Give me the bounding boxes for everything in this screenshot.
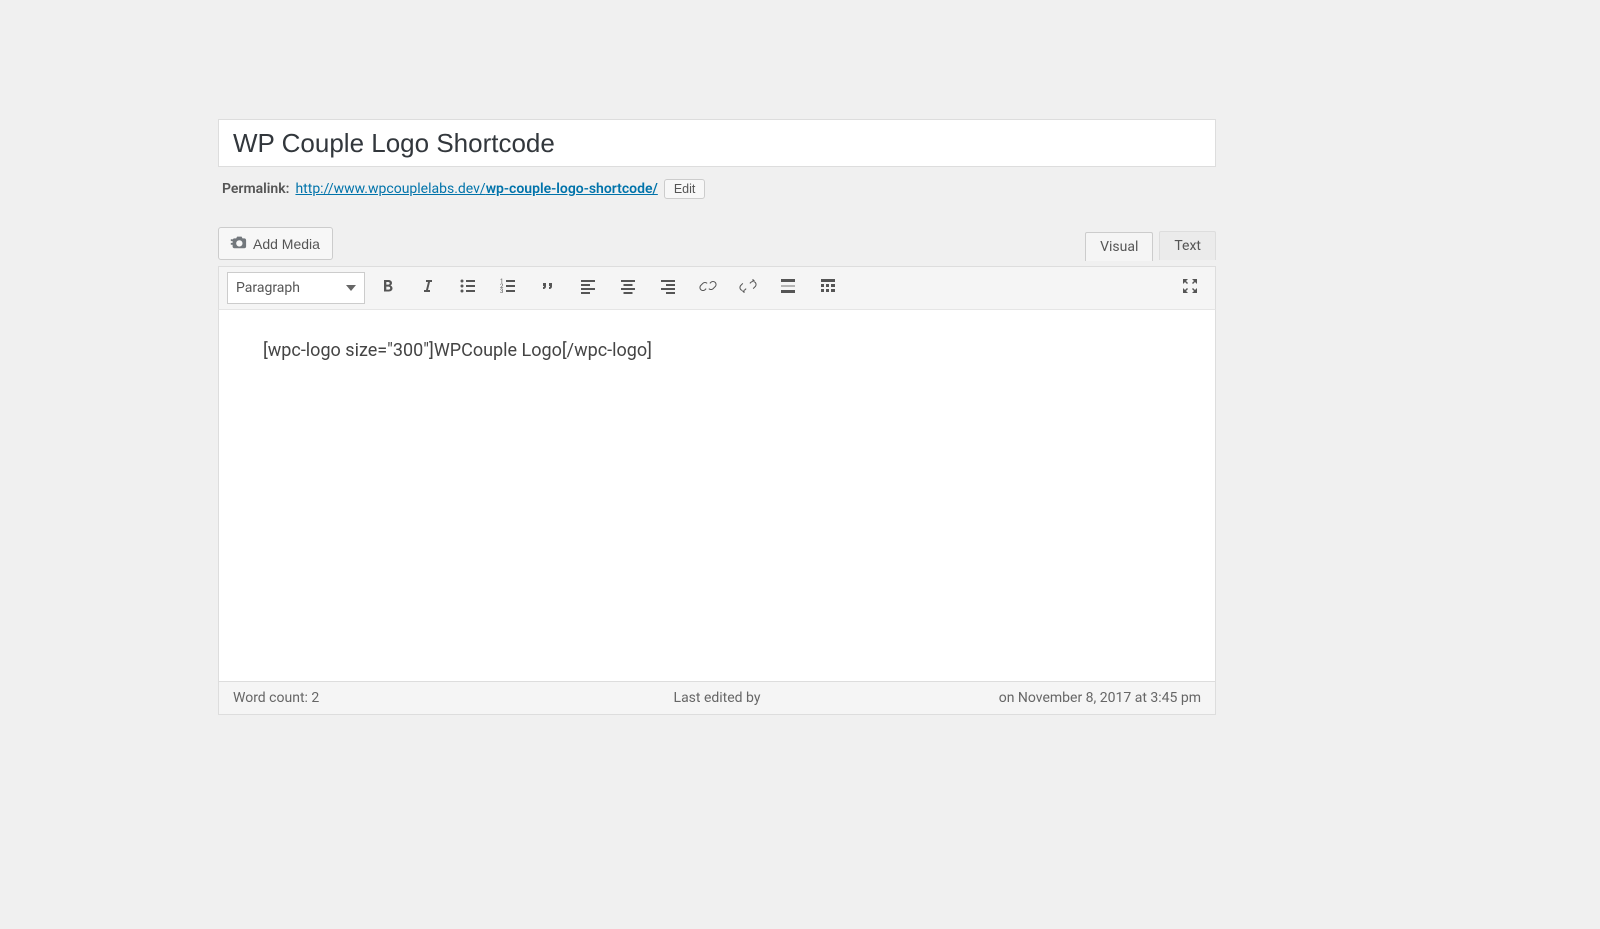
bulleted-list-button[interactable] [451, 273, 485, 303]
camera-icon [229, 233, 247, 254]
align-center-button[interactable] [611, 273, 645, 303]
toolbar-toggle-icon [818, 276, 838, 300]
last-edited-label: Last edited by [674, 690, 761, 706]
align-left-icon [578, 276, 598, 300]
chevron-down-icon [346, 285, 356, 291]
unlink-button[interactable] [731, 273, 765, 303]
status-bar: Word count: 2 Last edited by on November… [218, 682, 1216, 715]
link-icon [698, 276, 718, 300]
numbered-list-button[interactable]: 123 [491, 273, 525, 303]
editor-tabs: Visual Text [1085, 231, 1216, 260]
permalink-link[interactable]: http://www.wpcouplelabs.dev/wp-couple-lo… [295, 181, 657, 197]
edit-permalink-button[interactable]: Edit [664, 179, 706, 199]
align-center-icon [618, 276, 638, 300]
fullscreen-icon [1180, 276, 1200, 300]
svg-text:3: 3 [500, 288, 503, 295]
format-selected-label: Paragraph [236, 280, 300, 296]
permalink-slug: wp-couple-logo-shortcode/ [486, 181, 658, 197]
tab-visual[interactable]: Visual [1085, 232, 1153, 261]
permalink-row: Permalink: http://www.wpcouplelabs.dev/w… [222, 179, 1216, 199]
editor-content-area[interactable]: [wpc-logo size="300"]WPCouple Logo[/wpc-… [218, 310, 1216, 682]
word-count: Word count: 2 [233, 690, 319, 706]
read-more-button[interactable] [771, 273, 805, 303]
bold-icon [378, 276, 398, 300]
format-dropdown[interactable]: Paragraph [227, 272, 365, 304]
link-button[interactable] [691, 273, 725, 303]
toolbar-toggle-button[interactable] [811, 273, 845, 303]
post-title-input[interactable] [218, 119, 1216, 167]
add-media-label: Add Media [253, 236, 320, 252]
italic-button[interactable] [411, 273, 445, 303]
editor-toolbar: Paragraph 123 [218, 266, 1216, 310]
align-left-button[interactable] [571, 273, 605, 303]
content-text: [wpc-logo size="300"]WPCouple Logo[/wpc-… [263, 340, 652, 361]
bulleted-list-icon [458, 276, 478, 300]
align-right-button[interactable] [651, 273, 685, 303]
unlink-icon [738, 276, 758, 300]
post-editor: Permalink: http://www.wpcouplelabs.dev/w… [218, 119, 1216, 715]
bold-button[interactable] [371, 273, 405, 303]
tab-text[interactable]: Text [1159, 231, 1216, 260]
add-media-button[interactable]: Add Media [218, 227, 333, 260]
blockquote-icon [538, 276, 558, 300]
read-more-icon [778, 276, 798, 300]
fullscreen-button[interactable] [1173, 273, 1207, 303]
permalink-base: http://www.wpcouplelabs.dev/ [295, 181, 485, 197]
align-right-icon [658, 276, 678, 300]
media-toolbar-row: Add Media Visual Text [218, 227, 1216, 260]
blockquote-button[interactable] [531, 273, 565, 303]
last-edited-time: on November 8, 2017 at 3:45 pm [999, 690, 1201, 706]
italic-icon [418, 276, 438, 300]
numbered-list-icon: 123 [498, 276, 518, 300]
permalink-label: Permalink: [222, 181, 289, 197]
